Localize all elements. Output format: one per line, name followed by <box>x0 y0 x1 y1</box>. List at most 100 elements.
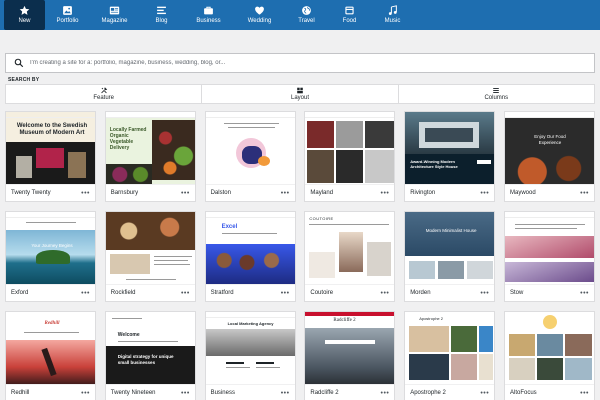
nav-item-travel[interactable]: Travel <box>286 0 327 30</box>
theme-card-footer: Maywood ••• <box>504 184 594 201</box>
more-options-icon[interactable]: ••• <box>81 190 90 197</box>
theme-card-rockfield[interactable]: Rockfield ••• <box>104 211 196 302</box>
preview-image <box>307 150 335 183</box>
preview-text-line <box>225 362 244 364</box>
theme-name: Morden <box>410 290 431 296</box>
preview-image <box>409 261 436 279</box>
preview-image <box>451 354 478 380</box>
theme-card-exford[interactable]: Your Journey Begins Exford ••• <box>5 211 96 302</box>
preview-subline: Digital strategy for unique small busine… <box>117 354 174 365</box>
filter-tab-layout[interactable]: Layout <box>202 85 399 103</box>
theme-card-radcliffe-2[interactable]: Radcliffe 2 Radcliffe 2 ••• <box>304 311 396 400</box>
theme-card-business[interactable]: Local Marketing Agency Business ••• <box>204 311 296 400</box>
theme-card-mayland[interactable]: Mayland ••• <box>304 111 396 202</box>
theme-card-footer: Stow ••• <box>504 284 594 301</box>
more-options-icon[interactable]: ••• <box>181 190 190 197</box>
filter-tab-feature[interactable]: Feature <box>6 85 203 103</box>
theme-card-coutoire[interactable]: COUTOIRE Coutoire ••• <box>304 211 396 302</box>
preview-image <box>479 354 494 380</box>
nav-item-blog[interactable]: Blog <box>141 0 182 30</box>
filter-tab-columns[interactable]: Columns <box>399 85 594 103</box>
preview-header <box>305 112 395 118</box>
theme-card-footer: Apostrophe 2 ••• <box>405 384 495 400</box>
filter-tab-label: Feature <box>93 95 114 101</box>
preview-headline: Excel <box>221 224 238 230</box>
more-options-icon[interactable]: ••• <box>281 390 290 397</box>
nav-item-magazine[interactable]: Magazine <box>90 0 139 30</box>
theme-card-twenty-nineteen[interactable]: Welcome Digital strategy for unique smal… <box>104 311 196 400</box>
theme-card-twenty-twenty[interactable]: Welcome to the Swedish Museum of Modern … <box>5 111 96 202</box>
briefcase-icon <box>204 6 213 15</box>
nav-item-new[interactable]: New <box>4 0 45 30</box>
search-box <box>5 53 595 73</box>
more-options-icon[interactable]: ••• <box>181 290 190 297</box>
preview-image <box>504 262 594 282</box>
preview-header <box>504 212 594 218</box>
preview-text-line <box>514 228 577 229</box>
theme-name: Coutoire <box>310 290 334 296</box>
theme-card-morden[interactable]: Modern Minimalist House Morden ••• <box>404 211 496 302</box>
more-options-icon[interactable]: ••• <box>580 390 589 397</box>
theme-card-footer: Business ••• <box>205 384 295 400</box>
nav-item-food[interactable]: Food <box>329 0 370 30</box>
more-options-icon[interactable]: ••• <box>480 290 489 297</box>
more-options-icon[interactable]: ••• <box>381 290 390 297</box>
theme-card-apostrophe-2[interactable]: Apostrophe 2 Apostrophe 2 ••• <box>404 311 496 400</box>
nav-item-music[interactable]: Music <box>372 0 413 30</box>
nav-label: Wedding <box>247 18 272 24</box>
preview-image <box>325 340 376 344</box>
preview-headline: Locally Farmed Organic Vegetable Deliver… <box>109 127 147 151</box>
more-options-icon[interactable]: ••• <box>181 390 190 397</box>
theme-name: Redhill <box>11 390 30 396</box>
more-options-icon[interactable]: ••• <box>281 290 290 297</box>
preview-image <box>438 261 465 279</box>
theme-card-footer: Exford ••• <box>6 284 95 301</box>
nav-item-wedding[interactable]: Wedding <box>235 0 284 30</box>
nav-label: Blog <box>155 18 168 24</box>
more-options-icon[interactable]: ••• <box>81 390 90 397</box>
theme-card-redhill[interactable]: Redhill Redhill ••• <box>5 311 96 400</box>
theme-preview: Enjoy Our Food Experience <box>504 112 594 185</box>
theme-preview <box>205 112 295 185</box>
preview-headline: Local Marketing Agency <box>227 321 274 326</box>
theme-card-dalston[interactable]: Dalston ••• <box>204 111 296 202</box>
preview-image <box>309 252 336 278</box>
theme-card-altofocus[interactable]: AltoFocus ••• <box>503 311 595 400</box>
theme-card-stratford[interactable]: Excel Stratford ••• <box>204 211 296 302</box>
preview-image <box>365 121 395 148</box>
more-options-icon[interactable]: ••• <box>480 190 489 197</box>
preview-headline: Modern Minimalist House <box>425 228 477 233</box>
preview-image <box>564 358 592 380</box>
theme-card-barnsbury[interactable]: Locally Farmed Organic Vegetable Deliver… <box>104 111 196 202</box>
more-options-icon[interactable]: ••• <box>381 190 390 197</box>
preview-image <box>365 150 395 183</box>
more-options-icon[interactable]: ••• <box>381 390 390 397</box>
theme-card-stow[interactable]: Stow ••• <box>503 211 595 302</box>
more-options-icon[interactable]: ••• <box>480 390 489 397</box>
theme-card-rivington[interactable]: Award-Winning Modern Architecture Style … <box>404 111 496 202</box>
preview-headline: Welcome to the Swedish Museum of Modern … <box>16 123 88 136</box>
theme-card-footer: Radcliffe 2 ••• <box>305 384 395 400</box>
preview-text-line <box>255 367 280 368</box>
more-options-icon[interactable]: ••• <box>580 190 589 197</box>
theme-name: Mayland <box>310 190 334 196</box>
preview-text-line <box>227 127 275 128</box>
more-options-icon[interactable]: ••• <box>281 190 290 197</box>
nav-item-business[interactable]: Business <box>184 0 233 30</box>
preview-text-line <box>153 264 190 265</box>
more-options-icon[interactable]: ••• <box>81 290 90 297</box>
nav-item-portfolio[interactable]: Portfolio <box>47 0 88 30</box>
preview-image <box>336 121 364 148</box>
theme-name: Rivington <box>410 190 436 196</box>
layout-icon <box>297 87 303 94</box>
theme-preview: Modern Minimalist House <box>405 212 495 285</box>
preview-image <box>536 358 563 380</box>
preview-image <box>504 236 594 258</box>
preview-image <box>36 148 64 168</box>
preview-image <box>405 212 495 256</box>
search-input[interactable] <box>30 60 570 66</box>
more-options-icon[interactable]: ••• <box>580 290 589 297</box>
preview-image <box>536 334 563 356</box>
nav-label: New <box>18 18 31 24</box>
theme-card-maywood[interactable]: Enjoy Our Food Experience Maywood ••• <box>503 111 595 202</box>
